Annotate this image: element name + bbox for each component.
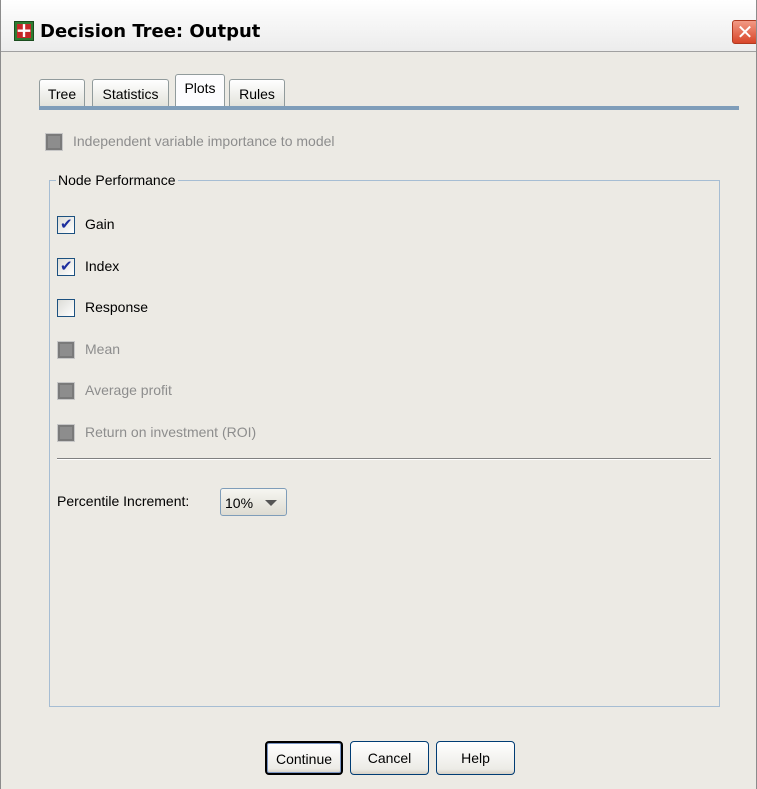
spss-tree-icon	[14, 18, 34, 42]
chevron-down-icon	[265, 500, 277, 506]
tab-statistics[interactable]: Statistics	[92, 79, 169, 106]
continue-button[interactable]: Continue	[265, 741, 343, 775]
tab-tree[interactable]: Tree	[39, 79, 85, 106]
independent-importance-checkbox[interactable]	[45, 133, 63, 151]
mean-checkbox[interactable]	[57, 341, 75, 359]
roi-checkbox[interactable]	[57, 424, 75, 442]
index-checkbox[interactable]	[57, 257, 75, 276]
percentile-increment-label: Percentile Increment:	[57, 493, 190, 509]
percentile-increment-value: 10%	[225, 495, 254, 511]
cancel-button[interactable]: Cancel	[350, 741, 429, 775]
tab-underline	[39, 106, 739, 110]
average-profit-label: Average profit	[85, 382, 172, 398]
independent-importance-label: Independent variable importance to model	[73, 133, 335, 149]
node-performance-group	[49, 180, 720, 707]
tab-plots[interactable]: Plots	[175, 74, 225, 106]
node-performance-legend: Node Performance	[56, 172, 178, 188]
window-title: Decision Tree: Output	[40, 21, 261, 42]
percentile-increment-dropdown[interactable]: 10%	[220, 488, 287, 516]
help-button[interactable]: Help	[436, 741, 515, 775]
roi-label: Return on investment (ROI)	[85, 424, 257, 440]
gain-checkbox[interactable]	[57, 215, 75, 234]
index-label: Index	[85, 258, 120, 274]
close-icon: ✕	[736, 20, 754, 44]
response-label: Response	[85, 299, 149, 315]
response-checkbox[interactable]	[57, 299, 75, 317]
tab-rules[interactable]: Rules	[229, 79, 285, 106]
mean-label: Mean	[85, 341, 121, 357]
close-button[interactable]: ✕	[732, 20, 756, 44]
separator	[57, 458, 711, 460]
dialog-window: Decision Tree: Output ✕ Tree Statistics …	[0, 0, 757, 789]
average-profit-checkbox[interactable]	[57, 382, 75, 400]
title-bar[interactable]: Decision Tree: Output ✕	[1, 0, 756, 52]
gain-label: Gain	[85, 216, 115, 232]
